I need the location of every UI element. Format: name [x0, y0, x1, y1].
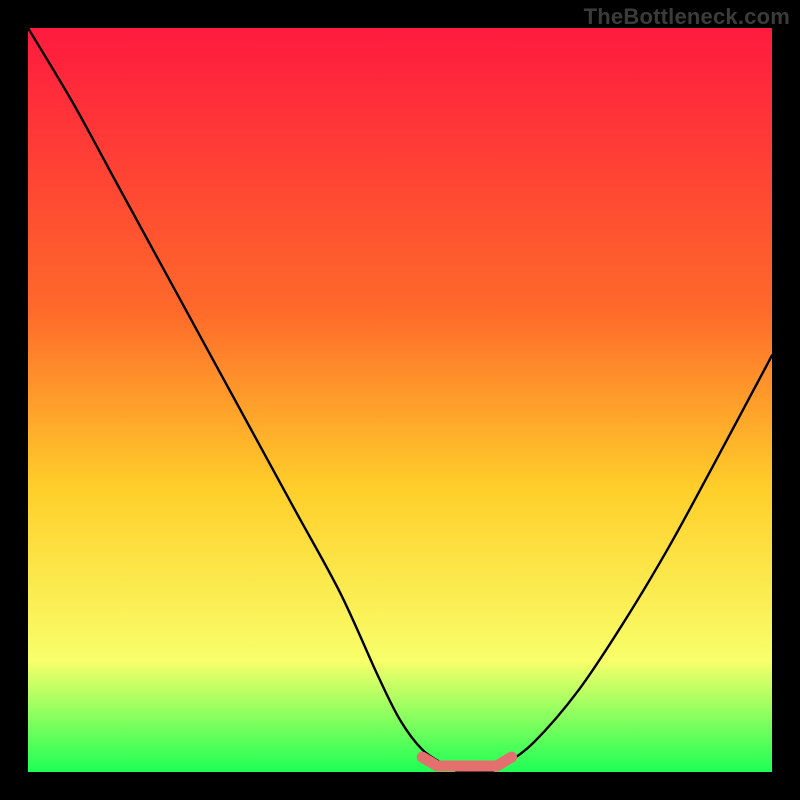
plot-area — [28, 28, 772, 772]
chart-frame: TheBottleneck.com — [0, 0, 800, 800]
bottleneck-chart — [28, 28, 772, 772]
gradient-background — [28, 28, 772, 772]
watermark-text: TheBottleneck.com — [584, 4, 790, 30]
